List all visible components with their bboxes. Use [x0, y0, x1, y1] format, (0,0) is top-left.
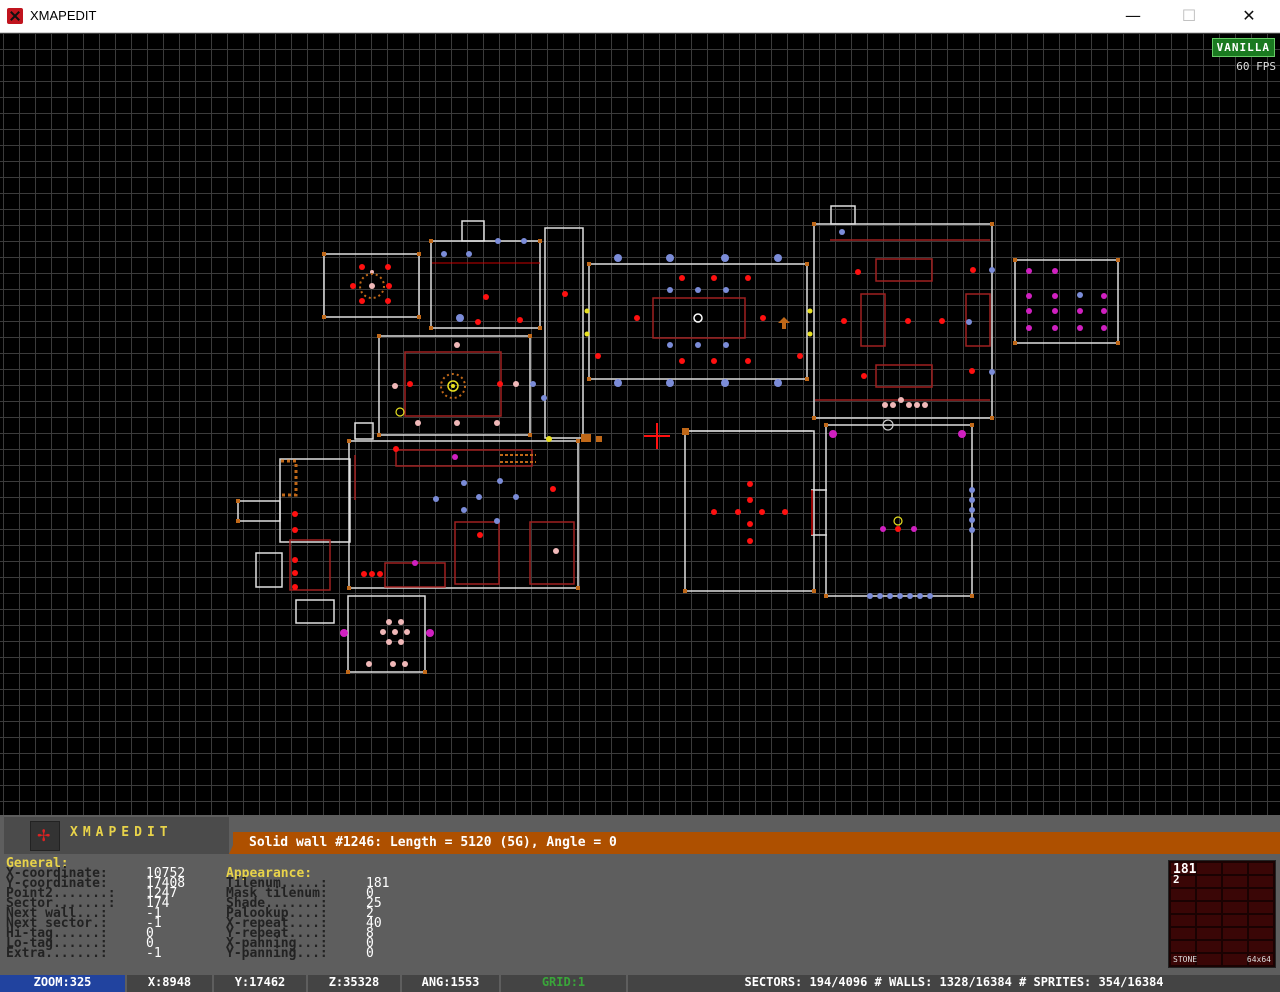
status-message: Solid wall #1246: Length = 5120 (5G), An…: [233, 832, 1280, 854]
property-row: Y-panning...: 0: [226, 946, 374, 961]
angle-readout: ANG:1553: [402, 975, 499, 992]
property-row: Extra.......: -1: [6, 946, 162, 961]
map-stats: SECTORS: 194/4096 # WALLS: 1328/16384 # …: [628, 975, 1280, 992]
map-viewport[interactable]: VANILLA 60 FPS: [0, 33, 1280, 815]
texture-size: 64x64: [1246, 955, 1271, 964]
texture-preview[interactable]: 181 2 STONE 64x64: [1168, 860, 1276, 968]
map-geometry: [236, 205, 1120, 674]
cursor-crosshair: [644, 423, 670, 449]
fps-counter: 60 FPS: [1236, 60, 1276, 73]
z-readout: Z:35328: [308, 975, 400, 992]
bottom-status-bar: ZOOM:325 X:8948 Y:17462 Z:35328 ANG:1553…: [0, 974, 1280, 992]
property-label: Y-panning...:: [226, 946, 328, 961]
minimize-button[interactable]: —: [1110, 0, 1156, 32]
vertices: [236, 222, 1120, 674]
property-label: Extra.......:: [6, 946, 108, 961]
sprites-pink: [366, 270, 928, 667]
app-icon: [7, 8, 23, 24]
vanilla-badge: VANILLA: [1211, 38, 1275, 57]
info-panel: ✢ XMAPEDIT Solid wall #1246: Length = 51…: [0, 815, 1280, 992]
y-readout: Y:17462: [214, 975, 306, 992]
zoom-readout: ZOOM:325: [0, 975, 125, 992]
texture-palette: 2: [1173, 873, 1180, 886]
close-button[interactable]: ✕: [1226, 0, 1272, 32]
xmapedit-logo: ✢ XMAPEDIT: [4, 817, 229, 854]
logo-icon: ✢: [30, 821, 60, 851]
sector-walls: [237, 205, 1119, 673]
window-title: XMAPEDIT: [30, 8, 97, 23]
grid-readout: GRID:1: [501, 975, 626, 992]
x-readout: X:8948: [127, 975, 212, 992]
window-titlebar[interactable]: XMAPEDIT — ☐ ✕: [0, 0, 1280, 33]
sprites-red: [292, 264, 976, 590]
logo-text: XMAPEDIT: [70, 825, 173, 840]
texture-name: STONE: [1173, 955, 1198, 964]
maximize-button[interactable]: ☐: [1166, 0, 1212, 32]
map-markers: [281, 262, 903, 526]
property-value: -1: [146, 946, 162, 961]
sector-lines: [289, 239, 991, 591]
property-value: 0: [366, 946, 374, 961]
